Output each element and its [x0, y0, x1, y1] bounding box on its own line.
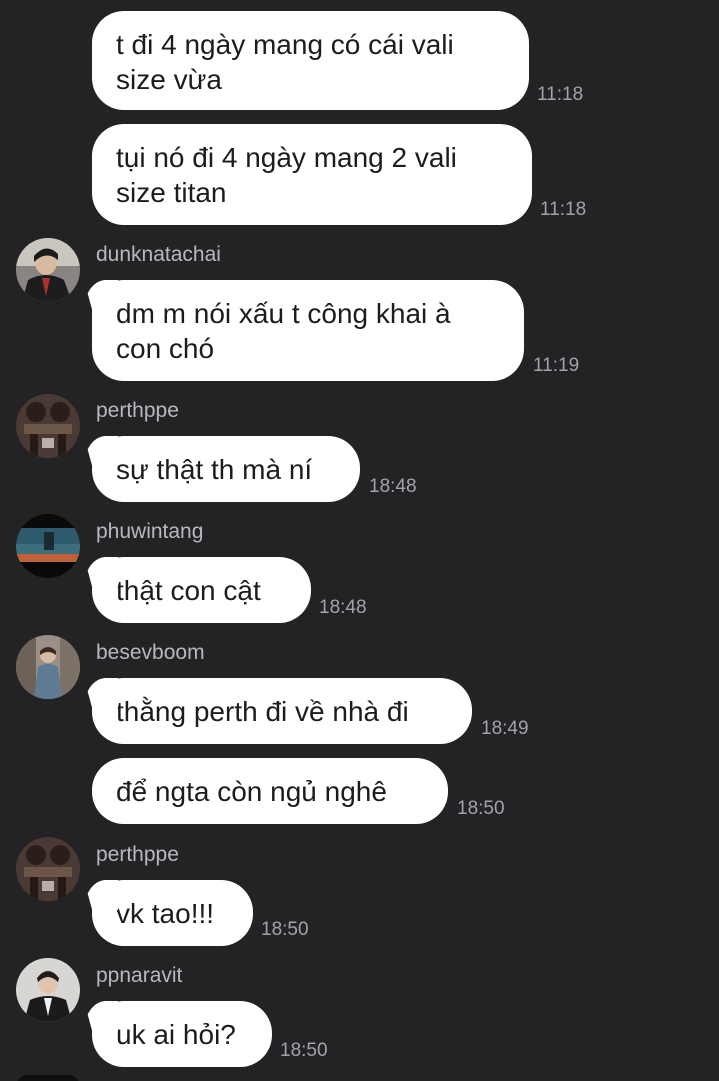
avatar-besevboom[interactable] — [16, 635, 80, 699]
avatar-image — [16, 958, 80, 1022]
avatar-perthppe[interactable] — [16, 394, 80, 458]
message-text: vk tao!!! — [116, 898, 215, 929]
avatar-dunknatachai[interactable] — [16, 238, 80, 302]
message-text: uk ai hỏi? — [116, 1019, 236, 1050]
message-bubble[interactable]: thằng perth đi về nhà đi — [92, 678, 472, 744]
avatar-image — [16, 394, 80, 458]
avatar-image — [16, 837, 80, 901]
message-text: dm m nói xấu t công khai à con chó — [116, 298, 451, 364]
message-timestamp: 18:50 — [457, 798, 505, 819]
message-text: thằng perth đi về nhà đi — [116, 696, 409, 727]
message-text: t đi 4 ngày mang có cái vali size vừa — [116, 29, 454, 95]
message-timestamp: 11:19 — [533, 355, 580, 376]
message-text: để ngta còn ngủ nghê — [116, 776, 387, 807]
avatar-partial — [16, 1075, 80, 1081]
message-timestamp: 18:50 — [261, 919, 309, 940]
sender-name[interactable]: ppnaravit — [96, 963, 182, 989]
avatar-image — [16, 635, 80, 699]
message-timestamp: 18:49 — [481, 718, 529, 739]
sender-name[interactable]: phuwintang — [96, 519, 203, 545]
avatar-phuwintang[interactable] — [16, 514, 80, 578]
sender-name[interactable]: besevboom — [96, 640, 205, 666]
message-text: thật con cật — [116, 575, 261, 606]
message-timestamp: 18:48 — [319, 597, 367, 618]
avatar-perthppe[interactable] — [16, 837, 80, 901]
message-timestamp: 11:18 — [540, 199, 587, 220]
sender-name[interactable]: dunknatachai — [96, 242, 221, 268]
message-timestamp: 18:48 — [369, 476, 417, 497]
message-bubble[interactable]: dm m nói xấu t công khai à con chó — [92, 280, 524, 381]
avatar-ppnaravit[interactable] — [16, 958, 80, 1022]
sender-name[interactable]: perthppe — [96, 842, 179, 868]
message-bubble[interactable]: uk ai hỏi? — [92, 1001, 272, 1067]
message-bubble[interactable]: tụi nó đi 4 ngày mang 2 vali size titan — [92, 124, 532, 225]
message-text: sự thật th mà ní — [116, 454, 313, 485]
message-text: tụi nó đi 4 ngày mang 2 vali size titan — [116, 142, 457, 208]
message-timestamp: 18:50 — [280, 1040, 328, 1061]
sender-name[interactable]: perthppe — [96, 398, 179, 424]
avatar-image — [16, 238, 80, 302]
message-bubble[interactable]: t đi 4 ngày mang có cái vali size vừa — [92, 11, 529, 110]
message-timestamp: 11:18 — [537, 84, 584, 105]
chat-thread[interactable]: t đi 4 ngày mang có cái vali size vừa 11… — [0, 0, 719, 1081]
message-bubble[interactable]: vk tao!!! — [92, 880, 253, 946]
avatar-image — [16, 514, 80, 578]
message-bubble[interactable]: để ngta còn ngủ nghê — [92, 758, 448, 824]
message-bubble[interactable]: thật con cật — [92, 557, 311, 623]
message-bubble[interactable]: sự thật th mà ní — [92, 436, 360, 502]
